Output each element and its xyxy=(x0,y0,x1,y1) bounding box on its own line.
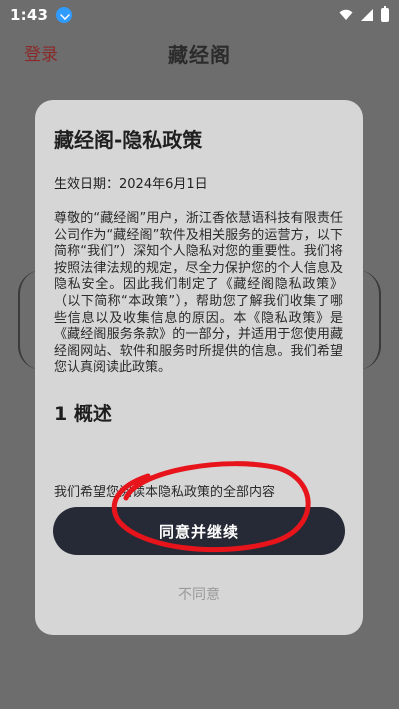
status-icons xyxy=(339,6,389,22)
policy-body-text: 尊敬的“藏经阁”用户，浙江香依慧语科技有限责任公司作为“藏经阁”软件及相关服务的… xyxy=(54,211,343,376)
dialog-title: 藏经阁-隐私政策 xyxy=(54,128,203,152)
privacy-policy-dialog: 藏经阁-隐私政策 生效日期：2024年6月1日 尊敬的“藏经阁”用户，浙江香依慧… xyxy=(35,100,363,635)
wifi-icon xyxy=(339,9,353,20)
disagree-button[interactable]: 不同意 xyxy=(35,582,363,606)
download-icon xyxy=(56,7,73,23)
section-heading: 1 概述 xyxy=(54,402,112,425)
clipped-policy-text: 我们希望您阅读本隐私政策的全部内容 xyxy=(54,485,276,497)
status-bar: 1:43 xyxy=(0,0,399,30)
battery-icon xyxy=(381,6,389,22)
effective-date: 生效日期：2024年6月1日 xyxy=(54,177,208,192)
login-link[interactable]: 登录 xyxy=(24,40,58,65)
app-title: 藏经阁 xyxy=(168,42,231,67)
status-time: 1:43 xyxy=(10,6,49,24)
signal-icon xyxy=(361,9,373,21)
agree-continue-button[interactable]: 同意并继续 xyxy=(53,507,345,555)
app-bar: 登录 藏经阁 xyxy=(0,30,399,76)
